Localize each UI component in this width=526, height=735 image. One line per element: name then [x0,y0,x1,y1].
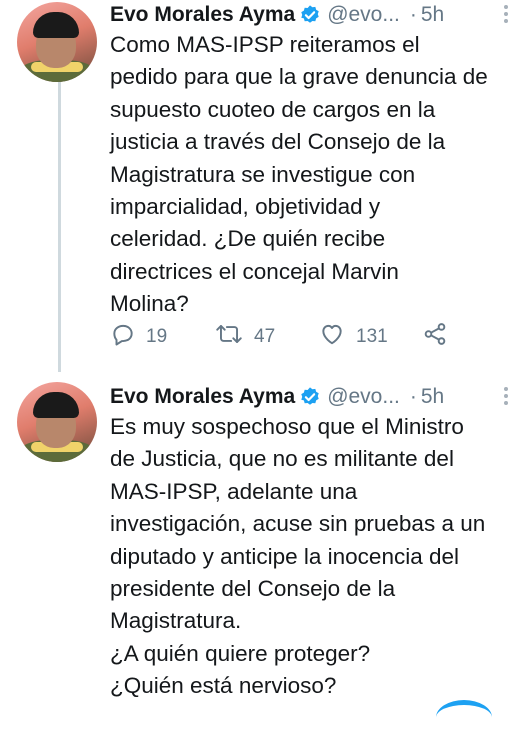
author-handle[interactable]: @evo... [327,385,400,409]
tweet-text-line: ¿A quién quiere proteger? [110,640,371,666]
tweet-text-line: directrices el concejal Marvin [110,258,399,284]
share-button[interactable] [422,321,458,353]
more-vertical-icon[interactable] [496,384,516,410]
retweet-count: 47 [254,326,276,347]
tweet-text-line: de Justicia, que no es militante del [110,446,454,472]
author-handle[interactable]: @evo... [327,3,400,27]
thread-connector-line [58,82,61,372]
compose-button-edge[interactable] [436,700,492,735]
reply-icon [110,321,146,353]
tweet-text-line: Magistratura se investigue con [110,161,416,187]
tweet-text-line: celeridad. ¿De quién recibe [110,226,386,252]
tweet-text-line: imparcialidad, objetividad y [110,194,381,220]
share-icon [422,321,458,353]
tweet-text-line: justicia a través del Consejo de la [110,129,446,155]
tweet-text-line: Como MAS-IPSP reiteramos el [110,32,420,57]
retweet-icon [214,321,254,353]
tweet-text-line: Es muy sospechoso que el Ministro [110,414,464,439]
tweet-text-line: diputado y anticipe la inocencia del [110,543,459,569]
tweet-header: Evo Morales Ayma @evo... · 5h [110,0,444,30]
timestamp[interactable]: 5h [421,385,444,409]
reply-count: 19 [146,326,168,347]
more-vertical-icon[interactable] [496,2,516,28]
author-name[interactable]: Evo Morales Ayma [110,3,295,27]
retweet-button[interactable]: 47 [214,321,275,353]
tweet-text-line: MAS-IPSP, adelante una [110,478,358,504]
tweet-text-line: presidente del Consejo de la [110,576,396,602]
tweet-text-line: pedido para que la grave denuncia de [110,64,488,90]
like-count: 131 [356,326,388,347]
tweet-text-line: ¿Quién está nervioso? [110,673,337,699]
tweet-header: Evo Morales Ayma @evo... · 5h [110,382,444,412]
tweet-actions: 19 47 131 [110,321,470,353]
verified-badge-icon [299,4,321,26]
avatar[interactable] [17,382,97,462]
heart-icon [318,321,356,353]
tweet-text: Es muy sospechoso que el Ministro de Jus… [110,411,520,703]
tweet-text: Como MAS-IPSP reiteramos el pedido para … [110,29,520,321]
reply-button[interactable]: 19 [110,321,167,353]
tweet-text-line: Magistratura. [110,608,242,634]
tweet-text-line: supuesto cuoteo de cargos en la [110,96,436,122]
like-button[interactable]: 131 [318,321,388,353]
separator-dot: · [409,3,417,26]
verified-badge-icon [299,386,321,408]
avatar[interactable] [17,2,97,82]
separator-dot: · [409,385,417,408]
tweet-text-line: investigación, acuse sin pruebas a un [110,511,486,537]
author-name[interactable]: Evo Morales Ayma [110,385,295,409]
tweet-text-line: Molina? [110,291,189,317]
timestamp[interactable]: 5h [421,3,444,27]
